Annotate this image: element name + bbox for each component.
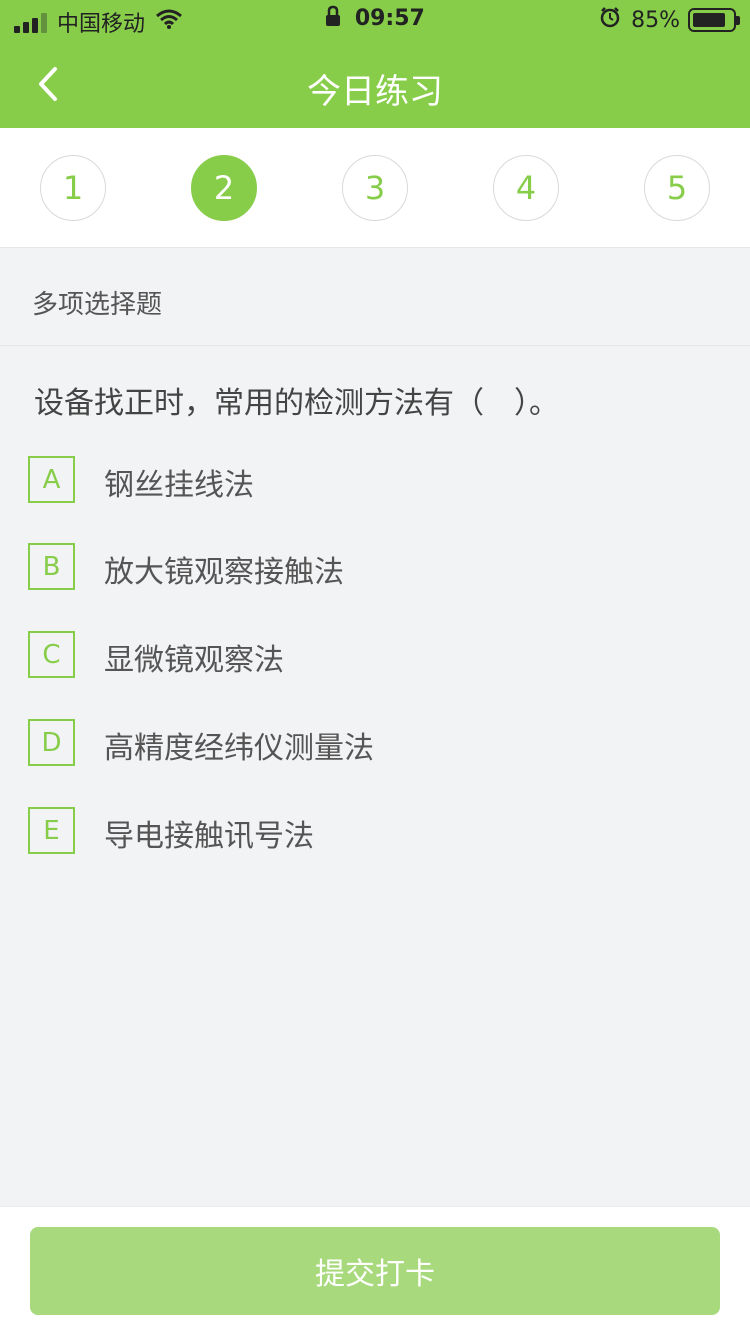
status-time: 09:57 bbox=[354, 6, 425, 31]
option-text: 高精度经纬仪测量法 bbox=[104, 731, 374, 766]
question-steps: 1 2 3 4 5 bbox=[0, 128, 750, 248]
alarm-icon bbox=[599, 6, 621, 34]
bottom-bar: 提交打卡 bbox=[0, 1206, 750, 1334]
option-b[interactable]: B 放大镜观察接触法 bbox=[0, 543, 750, 623]
question-text: 设备找正时，常用的检测方法有（ ）。 bbox=[34, 386, 559, 421]
option-key: D bbox=[28, 719, 75, 766]
option-key: B bbox=[28, 543, 75, 590]
option-text: 放大镜观察接触法 bbox=[104, 555, 344, 590]
status-right: 85% bbox=[599, 6, 740, 34]
battery-icon bbox=[688, 8, 740, 32]
step-2[interactable]: 2 bbox=[191, 155, 257, 221]
option-a[interactable]: A 钢丝挂线法 bbox=[0, 456, 750, 536]
option-text: 显微镜观察法 bbox=[104, 643, 284, 678]
top-bar: 中国移动 09:57 85% 今日练习 bbox=[0, 0, 750, 128]
option-c[interactable]: C 显微镜观察法 bbox=[0, 631, 750, 711]
page-title: 今日练习 bbox=[307, 72, 443, 112]
step-3[interactable]: 3 bbox=[342, 155, 408, 221]
submit-checkin-button[interactable]: 提交打卡 bbox=[30, 1227, 720, 1315]
step-5[interactable]: 5 bbox=[644, 155, 710, 221]
step-1[interactable]: 1 bbox=[40, 155, 106, 221]
battery-percent: 85% bbox=[631, 7, 680, 33]
option-e[interactable]: E 导电接触讯号法 bbox=[0, 807, 750, 887]
question-type-bar: 多项选择题 bbox=[0, 248, 750, 346]
option-key: C bbox=[28, 631, 75, 678]
status-bar: 中国移动 09:57 85% bbox=[0, 0, 750, 40]
step-4[interactable]: 4 bbox=[493, 155, 559, 221]
lock-icon bbox=[325, 5, 341, 33]
option-text: 导电接触讯号法 bbox=[104, 819, 314, 854]
option-d[interactable]: D 高精度经纬仪测量法 bbox=[0, 719, 750, 799]
option-text: 钢丝挂线法 bbox=[104, 468, 254, 503]
navigation-bar: 今日练习 bbox=[0, 56, 750, 112]
option-key: E bbox=[28, 807, 75, 854]
battery-fill bbox=[693, 13, 725, 27]
question-type: 多项选择题 bbox=[32, 290, 163, 320]
option-key: A bbox=[28, 456, 75, 503]
